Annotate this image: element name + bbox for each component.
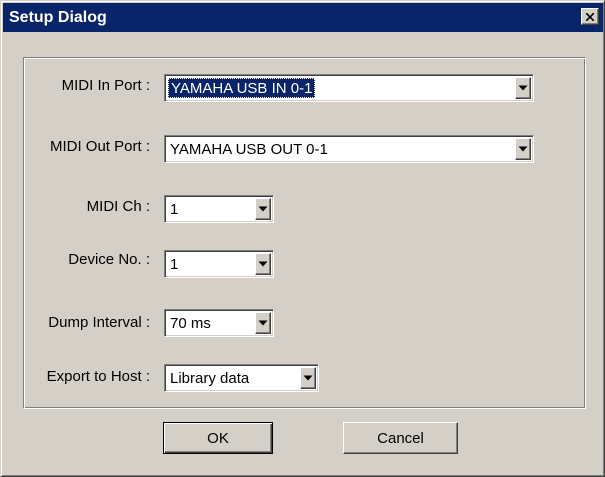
close-icon — [586, 12, 594, 21]
midi-out-port-dropdown-button[interactable] — [515, 138, 531, 160]
chevron-down-icon — [518, 85, 528, 91]
midi-ch-label: MIDI Ch : — [86, 198, 150, 215]
ok-button[interactable]: OK — [163, 422, 273, 454]
midi-ch-select[interactable]: 1 — [164, 195, 274, 223]
chevron-down-icon — [258, 320, 268, 326]
chevron-down-icon — [518, 146, 528, 152]
midi-ch-value: 1 — [170, 200, 179, 218]
device-no-value: 1 — [170, 255, 179, 273]
settings-group — [23, 57, 586, 409]
chevron-down-icon — [258, 261, 268, 267]
midi-in-port-select[interactable]: YAMAHA USB IN 0-1 — [164, 74, 534, 102]
device-no-dropdown-button[interactable] — [255, 253, 271, 275]
dump-interval-value: 70 ms — [170, 314, 211, 332]
midi-in-port-dropdown-button[interactable] — [515, 77, 531, 99]
close-button[interactable] — [581, 8, 599, 25]
dump-interval-select[interactable]: 70 ms — [164, 309, 274, 337]
dump-interval-label: Dump Interval : — [48, 314, 150, 331]
title-bar[interactable]: Setup Dialog — [3, 3, 603, 32]
export-to-host-value: Library data — [170, 369, 250, 387]
midi-ch-dropdown-button[interactable] — [255, 198, 271, 220]
chevron-down-icon — [258, 206, 268, 212]
export-to-host-dropdown-button[interactable] — [300, 367, 316, 389]
dump-interval-dropdown-button[interactable] — [255, 312, 271, 334]
midi-in-port-label: MIDI In Port : — [61, 77, 150, 94]
midi-out-port-select[interactable]: YAMAHA USB OUT 0-1 — [164, 135, 534, 163]
device-no-label: Device No. : — [68, 251, 150, 268]
export-to-host-label: Export to Host : — [46, 368, 150, 385]
export-to-host-select[interactable]: Library data — [164, 364, 319, 392]
window-title: Setup Dialog — [9, 9, 107, 26]
chevron-down-icon — [303, 375, 313, 381]
midi-in-port-value: YAMAHA USB IN 0-1 — [168, 78, 316, 98]
cancel-button[interactable]: Cancel — [343, 422, 458, 454]
midi-out-port-label: MIDI Out Port : — [49, 138, 150, 155]
midi-out-port-value: YAMAHA USB OUT 0-1 — [170, 140, 328, 158]
setup-dialog-window: Setup Dialog MIDI In Port : YAMAHA USB I… — [0, 0, 605, 477]
device-no-select[interactable]: 1 — [164, 250, 274, 278]
